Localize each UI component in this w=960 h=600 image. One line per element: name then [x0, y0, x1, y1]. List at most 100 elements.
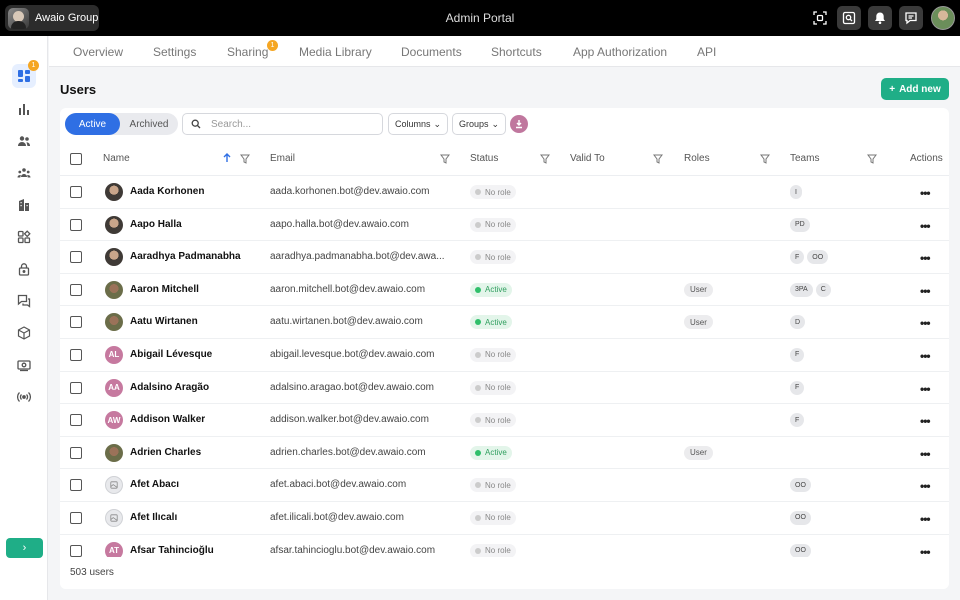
sidebar-item-analytics[interactable] [12, 97, 36, 121]
user-avatar[interactable] [931, 6, 955, 30]
tab-documents[interactable]: Documents [401, 45, 462, 59]
row-checkbox[interactable] [70, 251, 82, 264]
header-email[interactable]: Email [270, 153, 295, 164]
team-badge: C [815, 282, 831, 297]
table-row[interactable]: Aatu Wirtanen aatu.wirtanen.bot@dev.awai… [60, 306, 949, 339]
group-icon [17, 168, 31, 178]
table-row[interactable]: AL Abigail Lévesque abigail.levesque.bot… [60, 339, 949, 372]
expand-sidebar-button[interactable]: › [6, 538, 43, 558]
filter-icon[interactable] [760, 154, 770, 164]
sidebar-item-broadcast[interactable] [12, 385, 36, 409]
header-name[interactable]: Name [103, 153, 130, 164]
more-actions-icon[interactable]: ••• [920, 349, 931, 363]
tab-overview[interactable]: Overview [73, 45, 123, 59]
tab-sharing[interactable]: Sharing [227, 45, 268, 59]
screen-search-icon[interactable] [837, 6, 861, 30]
filter-icon[interactable] [540, 154, 550, 164]
org-switcher[interactable]: Awaio Group [5, 5, 99, 31]
header-teams[interactable]: Teams [790, 153, 819, 164]
header-roles[interactable]: Roles [684, 153, 710, 164]
columns-dropdown[interactable]: Columns ⌄ [388, 113, 449, 135]
more-actions-icon[interactable]: ••• [920, 186, 931, 200]
table-row[interactable]: Adrien Charles adrien.charles.bot@dev.aw… [60, 437, 949, 470]
user-name[interactable]: Aaradhya Padmanabha [130, 251, 241, 262]
active-filter-button[interactable]: Active [65, 113, 120, 135]
sidebar-item-apps[interactable] [12, 225, 36, 249]
more-actions-icon[interactable]: ••• [920, 512, 931, 526]
user-name[interactable]: Afsar Tahincioğlu [130, 545, 214, 556]
user-name[interactable]: Aatu Wirtanen [130, 316, 198, 327]
table-row[interactable]: Afet Abacı afet.abaci.bot@dev.awaio.com … [60, 469, 949, 502]
sidebar-item-groups[interactable] [12, 161, 36, 185]
team-badge: F [790, 250, 805, 265]
table-row[interactable]: Aada Korhonen aada.korhonen.bot@dev.awai… [60, 176, 949, 209]
row-checkbox[interactable] [70, 381, 82, 394]
more-actions-icon[interactable]: ••• [920, 382, 931, 396]
qr-scan-icon[interactable] [808, 6, 832, 30]
search-icon [191, 119, 201, 129]
header-valid-to[interactable]: Valid To [570, 153, 605, 164]
header-status[interactable]: Status [470, 153, 498, 164]
user-name[interactable]: Aada Korhonen [130, 186, 204, 197]
row-checkbox[interactable] [70, 544, 82, 557]
groups-dropdown[interactable]: Groups ⌄ [452, 113, 507, 135]
more-actions-icon[interactable]: ••• [920, 251, 931, 265]
tab-media-library[interactable]: Media Library [299, 45, 372, 59]
row-checkbox[interactable] [70, 283, 82, 296]
row-checkbox[interactable] [70, 316, 82, 329]
sidebar-item-users[interactable] [12, 129, 36, 153]
user-name[interactable]: Adrien Charles [130, 447, 201, 458]
teams-list: D [790, 315, 806, 330]
archived-filter-button[interactable]: Archived [120, 113, 178, 135]
user-name[interactable]: Afet Ilıcalı [130, 512, 177, 523]
row-checkbox[interactable] [70, 186, 82, 198]
bell-icon[interactable] [868, 6, 892, 30]
user-name[interactable]: Adalsino Aragão [130, 382, 209, 393]
more-actions-icon[interactable]: ••• [920, 479, 931, 493]
sidebar-item-packages[interactable] [12, 321, 36, 345]
tab-app-authorization[interactable]: App Authorization [573, 45, 667, 59]
sidebar-item-organizations[interactable] [12, 193, 36, 217]
user-name[interactable]: Afet Abacı [130, 479, 179, 490]
more-actions-icon[interactable]: ••• [920, 447, 931, 461]
table-row[interactable]: Afet Ilıcalı afet.ilicali.bot@dev.awaio.… [60, 502, 949, 535]
table-row[interactable]: AA Adalsino Aragão adalsino.aragao.bot@d… [60, 372, 949, 405]
table-row[interactable]: Aaradhya Padmanabha aaradhya.padmanabha.… [60, 241, 949, 274]
tab-api[interactable]: API [697, 45, 716, 59]
user-name[interactable]: Aaron Mitchell [130, 284, 199, 295]
user-name[interactable]: Aapo Halla [130, 219, 182, 230]
filter-icon[interactable] [240, 154, 250, 164]
user-name[interactable]: Addison Walker [130, 414, 205, 425]
row-checkbox[interactable] [70, 348, 82, 361]
sort-ascending-icon[interactable] [222, 153, 232, 163]
more-actions-icon[interactable]: ••• [920, 316, 931, 330]
filter-icon[interactable] [440, 154, 450, 164]
sidebar-item-dashboard[interactable]: 1 [12, 60, 39, 88]
row-checkbox[interactable] [70, 479, 82, 492]
row-checkbox[interactable] [70, 218, 82, 231]
more-actions-icon[interactable]: ••• [920, 284, 931, 298]
row-checkbox[interactable] [70, 446, 82, 459]
user-name[interactable]: Abigail Lévesque [130, 349, 212, 360]
search-input[interactable] [211, 118, 371, 130]
sidebar-item-security[interactable] [12, 257, 36, 281]
more-actions-icon[interactable]: ••• [920, 219, 931, 233]
filter-icon[interactable] [653, 154, 663, 164]
select-all-checkbox[interactable] [70, 153, 82, 165]
row-checkbox[interactable] [70, 511, 82, 524]
add-new-button[interactable]: + Add new [881, 78, 949, 100]
download-button[interactable] [510, 115, 528, 133]
filter-icon[interactable] [867, 154, 877, 164]
tab-shortcuts[interactable]: Shortcuts [491, 45, 542, 59]
more-actions-icon[interactable]: ••• [920, 414, 931, 428]
sidebar-item-billing[interactable] [12, 353, 36, 377]
table-row[interactable]: Aapo Halla aapo.halla.bot@dev.awaio.com … [60, 209, 949, 242]
table-row[interactable]: AW Addison Walker addison.walker.bot@dev… [60, 404, 949, 437]
user-email: adrien.charles.bot@dev.awaio.com [270, 446, 426, 458]
tab-settings[interactable]: Settings [153, 45, 196, 59]
sidebar-item-messages[interactable] [12, 289, 36, 313]
chat-icon[interactable] [899, 6, 923, 30]
row-checkbox[interactable] [70, 414, 82, 427]
status-badge: No role [470, 510, 516, 525]
table-row[interactable]: Aaron Mitchell aaron.mitchell.bot@dev.aw… [60, 274, 949, 307]
